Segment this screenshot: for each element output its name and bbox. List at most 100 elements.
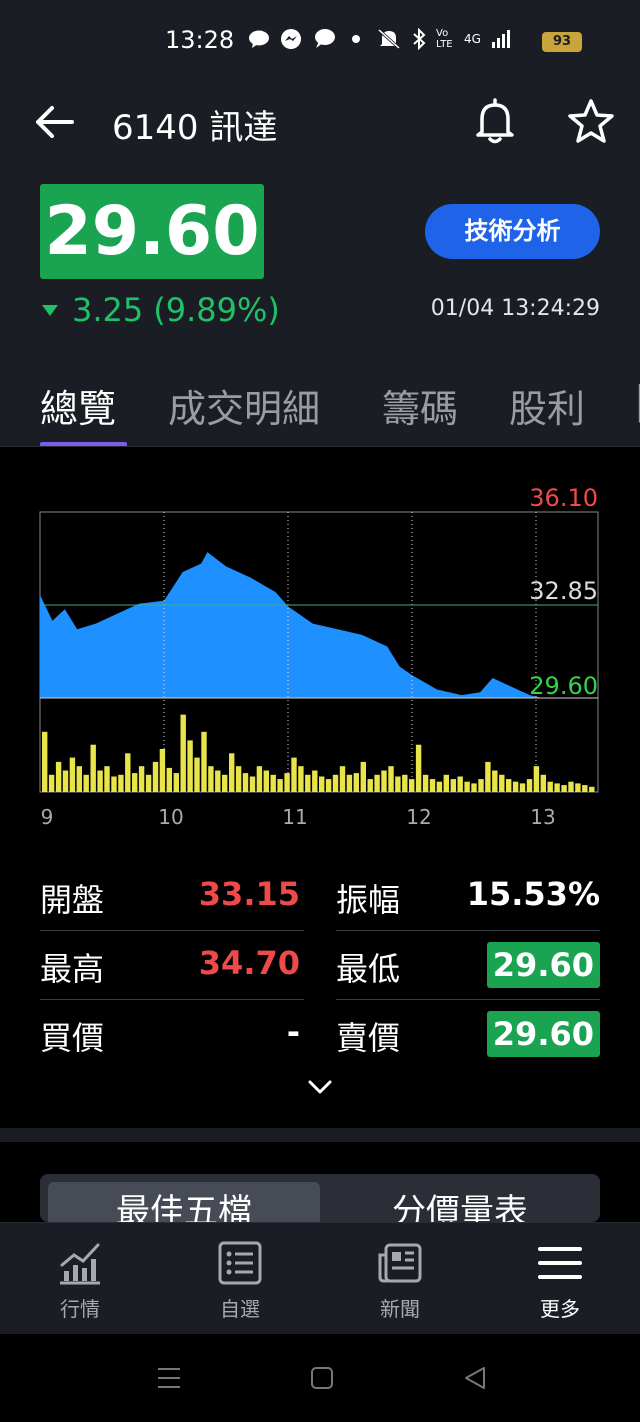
volume-bar bbox=[353, 773, 359, 792]
nav-label-watchlist: 自選 bbox=[220, 1297, 260, 1321]
last-price: 29.60 bbox=[44, 192, 260, 271]
stat-divider bbox=[336, 999, 600, 1000]
volume-bar bbox=[97, 770, 103, 792]
volume-bar bbox=[526, 779, 533, 792]
tab-overflow-partial[interactable]: | bbox=[634, 378, 640, 422]
volume-bar bbox=[125, 753, 131, 792]
stat-value: - bbox=[286, 1013, 300, 1051]
volume-bar bbox=[277, 779, 283, 792]
volume-bar bbox=[506, 779, 512, 792]
volume-bar bbox=[568, 781, 574, 792]
back-arrow-icon[interactable] bbox=[34, 104, 78, 140]
volume-bar bbox=[464, 781, 470, 792]
segment-price-volume[interactable]: 分價量表 bbox=[320, 1182, 600, 1222]
nav-watchlist[interactable]: 自選 bbox=[190, 1223, 290, 1335]
x-tick-label: 12 bbox=[406, 805, 431, 829]
volume-bar bbox=[443, 774, 449, 792]
nav-more[interactable]: 更多 bbox=[510, 1223, 610, 1335]
volume-bar bbox=[263, 770, 269, 792]
price-high-label: 36.10 bbox=[529, 484, 598, 512]
nav-label-news: 新聞 bbox=[380, 1297, 420, 1321]
bell-icon[interactable] bbox=[472, 98, 518, 144]
home-icon[interactable] bbox=[310, 1366, 334, 1390]
volume-bar bbox=[554, 783, 560, 792]
change-percent: (9.89%) bbox=[153, 291, 280, 329]
menu-icon bbox=[538, 1247, 582, 1279]
recent-apps-icon[interactable] bbox=[156, 1366, 182, 1390]
volume-bar bbox=[499, 774, 505, 792]
tab-chips[interactable]: 籌碼 bbox=[382, 378, 458, 433]
volume-bar bbox=[512, 781, 519, 792]
volume-bar bbox=[194, 757, 200, 792]
price-ref-label: 32.85 bbox=[529, 577, 598, 605]
volume-bar bbox=[374, 774, 380, 792]
system-nav-bar bbox=[0, 1334, 640, 1422]
volume-bar bbox=[305, 774, 311, 792]
chat-icon bbox=[315, 29, 335, 48]
tab-overview[interactable]: 總覽 bbox=[40, 378, 116, 433]
stat-divider bbox=[40, 999, 304, 1000]
nav-market[interactable]: 行情 bbox=[30, 1223, 130, 1335]
change-value: 3.25 bbox=[72, 291, 144, 329]
volte-label: Vo LTE bbox=[436, 28, 453, 50]
market-chart-icon bbox=[60, 1243, 100, 1285]
volume-bar bbox=[519, 783, 526, 792]
status-time: 13:28 bbox=[165, 26, 235, 54]
volume-bar bbox=[235, 766, 242, 792]
network-label: 4G bbox=[464, 32, 481, 46]
quote-timestamp: 01/04 13:24:29 bbox=[430, 296, 600, 321]
tab-trade-details[interactable]: 成交明細 bbox=[168, 378, 320, 433]
status-icons: Vo LTE 4G bbox=[248, 28, 513, 50]
volume-bar bbox=[582, 785, 588, 792]
volume-bar bbox=[575, 783, 581, 792]
bluetooth-icon bbox=[413, 28, 426, 50]
depth-segment-control: 最佳五檔 分價量表 bbox=[40, 1174, 600, 1222]
tab-dividends[interactable]: 股利 bbox=[509, 378, 585, 433]
news-icon bbox=[378, 1243, 422, 1283]
volume-bar bbox=[346, 774, 353, 792]
messenger-icon bbox=[281, 29, 301, 49]
volume-bar bbox=[589, 786, 595, 792]
volume-bar bbox=[201, 731, 207, 792]
volume-bar bbox=[180, 714, 186, 792]
section-divider bbox=[0, 1128, 640, 1142]
volume-bar bbox=[360, 761, 366, 792]
stat-label: 買價 bbox=[40, 1019, 105, 1057]
volume-bar bbox=[429, 779, 436, 792]
volume-bar bbox=[415, 744, 422, 792]
volume-bar bbox=[83, 774, 89, 792]
price-last-label: 29.60 bbox=[529, 672, 598, 700]
back-triangle-icon[interactable] bbox=[462, 1365, 488, 1391]
chevron-down-icon[interactable] bbox=[306, 1076, 334, 1098]
nav-news[interactable]: 新聞 bbox=[350, 1223, 450, 1335]
stock-header: 6140 訊達 29.60 技術分析 3.25 (9.89%) 01/04 13… bbox=[0, 86, 640, 447]
volume-bar bbox=[450, 779, 456, 792]
x-tick-label: 13 bbox=[530, 805, 555, 829]
volume-bar bbox=[325, 779, 332, 792]
stat-value: 29.60 bbox=[486, 1011, 600, 1057]
stat-label: 最低 bbox=[336, 950, 401, 988]
volume-bar bbox=[492, 770, 498, 792]
volume-bar bbox=[69, 757, 76, 792]
volume-bar bbox=[111, 776, 117, 792]
stat-label: 最高 bbox=[40, 950, 105, 988]
volume-bar bbox=[291, 757, 297, 792]
volume-bar bbox=[187, 740, 193, 792]
stat-value: 15.53% bbox=[466, 875, 600, 913]
volume-bar bbox=[471, 783, 477, 792]
stat-value: 34.70 bbox=[198, 944, 300, 982]
volume-bar bbox=[256, 766, 263, 792]
star-icon[interactable] bbox=[567, 98, 615, 144]
volume-bar bbox=[159, 749, 166, 792]
stock-title: 6140 訊達 bbox=[112, 108, 278, 148]
volume-bar bbox=[104, 766, 110, 792]
volume-bar bbox=[332, 774, 339, 792]
x-tick-label: 9 bbox=[41, 805, 54, 829]
volume-bar bbox=[436, 781, 443, 792]
technical-analysis-button[interactable]: 技術分析 bbox=[425, 204, 600, 259]
stat-row: 最高 34.70 最低 29.60 bbox=[40, 932, 600, 1000]
stat-row: 買價 - 賣價 29.60 bbox=[40, 1001, 600, 1069]
battery-icon: 93 bbox=[542, 32, 582, 52]
segment-best-five[interactable]: 最佳五檔 bbox=[48, 1182, 320, 1222]
volume-bar bbox=[118, 774, 124, 792]
